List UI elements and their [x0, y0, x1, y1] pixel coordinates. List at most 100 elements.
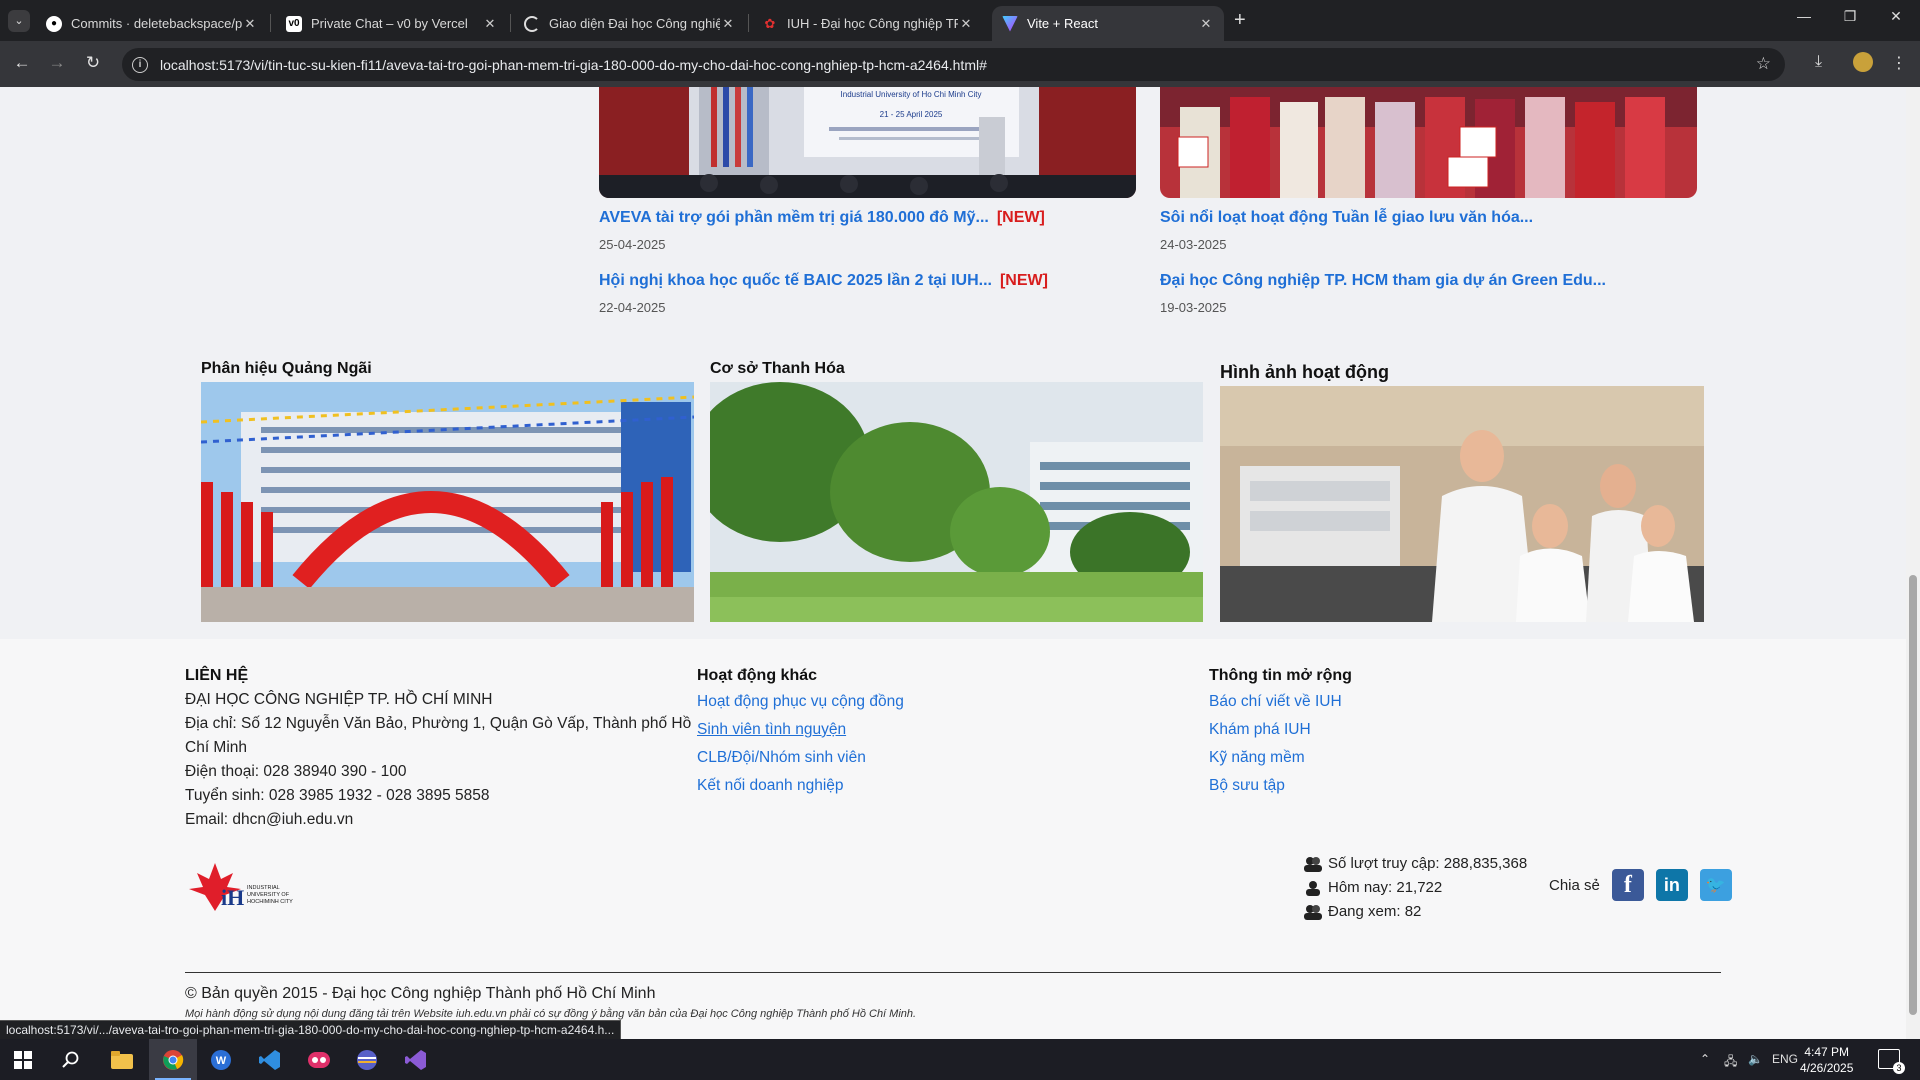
site-info-icon[interactable]: i — [132, 56, 148, 73]
notification-center-icon[interactable]: 3 — [1878, 1049, 1905, 1074]
stat-today: Hôm nay: 21,722 — [1328, 879, 1443, 896]
system-clock[interactable]: 4:47 PM 4/26/2025 — [1800, 1044, 1853, 1076]
browser-tab-bar: ⌄ ● Commits · deletebackspace/ph ✕ v0 Pr… — [0, 0, 1920, 41]
tab-title: Private Chat – v0 by Vercel — [311, 16, 468, 31]
restore-button[interactable]: ❐ — [1830, 8, 1870, 25]
news-image-culture-week[interactable] — [1160, 87, 1697, 198]
tab-title: IUH - Đại học Công nghiệp TP.H — [787, 16, 958, 31]
link-press[interactable]: Báo chí viết về IUH — [1209, 688, 1352, 716]
app-pink-icon[interactable] — [306, 1047, 332, 1073]
menu-icon[interactable]: ⋮ — [1891, 53, 1907, 73]
tab-title: Giao diện Đại học Công nghiệp — [549, 16, 720, 31]
profile-avatar[interactable] — [1853, 52, 1873, 72]
reload-button[interactable]: ↻ — [81, 53, 105, 73]
linkedin-share-icon[interactable]: in — [1655, 869, 1688, 901]
search-icon[interactable] — [58, 1047, 84, 1073]
campus-image-quang-ngai[interactable] — [201, 382, 694, 622]
link-status-bar: localhost:5173/vi/.../aveva-tai-tro-goi-… — [0, 1020, 622, 1040]
close-tab-icon[interactable]: ✕ — [242, 16, 258, 32]
copyright-note: Mọi hành động sử dụng nội dung đăng tải … — [185, 1008, 917, 1020]
link-volunteer-students[interactable]: Sinh viên tình nguyện — [697, 716, 904, 744]
new-tab-button[interactable]: + — [1234, 9, 1246, 32]
windows-taskbar: W ⌃ 🖧 🔈 ENG 4:47 PM 4/26/2025 3 — [0, 1039, 1920, 1080]
share-label: Chia sẻ — [1549, 876, 1600, 894]
news-link[interactable]: AVEVA tài trợ gói phần mềm trị giá 180.0… — [599, 209, 1045, 227]
tab-github[interactable]: ● Commits · deletebackspace/ph ✕ — [36, 6, 268, 41]
link-student-clubs[interactable]: CLB/Đội/Nhóm sinh viên — [697, 744, 904, 772]
news-date: 19-03-2025 — [1160, 300, 1227, 315]
visitor-stats: Số lượt truy cập: 288,835,368 Hôm nay: 2… — [1304, 852, 1527, 924]
app-w-icon[interactable]: W — [208, 1047, 234, 1073]
address-bar[interactable]: i localhost:5173/vi/tin-tuc-su-kien-fi11… — [122, 48, 1785, 81]
new-badge: [NEW] — [996, 209, 1045, 226]
section-title-activities: Hình ảnh hoạt động — [1220, 362, 1389, 382]
users-online-icon — [1304, 905, 1322, 920]
visual-studio-icon[interactable] — [403, 1047, 429, 1073]
svg-text:W: W — [216, 1055, 227, 1067]
news-link[interactable]: Đại học Công nghiệp TP. HCM tham gia dự … — [1160, 272, 1606, 290]
new-badge: [NEW] — [999, 272, 1048, 289]
news-date: 22-04-2025 — [599, 300, 666, 315]
link-collection[interactable]: Bộ sưu tập — [1209, 772, 1352, 800]
campus-image-thanh-hoa[interactable] — [710, 382, 1203, 622]
close-tab-icon[interactable]: ✕ — [720, 16, 736, 32]
close-tab-icon[interactable]: ✕ — [1198, 16, 1214, 32]
back-button[interactable]: ← — [10, 53, 34, 73]
tab-search-button[interactable]: ⌄ — [8, 10, 30, 32]
iuh-logo[interactable]: iH INDUSTRIAL UNIVERSITY OF HOCHIMINH CI… — [185, 861, 305, 913]
stat-online: Đang xem: 82 — [1328, 903, 1422, 920]
close-window-button[interactable]: ✕ — [1876, 8, 1916, 25]
tab-vite-react[interactable]: Vite + React ✕ — [992, 6, 1224, 41]
loading-icon — [524, 15, 540, 32]
activities-heading: Hoạt động khác — [697, 667, 818, 684]
twitter-share-icon[interactable]: 🐦 — [1699, 869, 1732, 901]
svg-text:INDUSTRIAL: INDUSTRIAL — [247, 885, 280, 891]
language-indicator[interactable]: ENG — [1772, 1052, 1798, 1066]
windows-start-icon[interactable] — [10, 1047, 36, 1073]
chrome-icon[interactable] — [160, 1047, 186, 1073]
link-business-connect[interactable]: Kết nối doanh nghiệp — [697, 772, 904, 800]
download-icon[interactable]: ⤓ — [1815, 53, 1822, 71]
contact-heading: LIÊN HỆ — [185, 667, 249, 684]
link-explore-iuh[interactable]: Khám phá IUH — [1209, 716, 1352, 744]
news-link[interactable]: Hội nghị khoa học quốc tế BAIC 2025 lần … — [599, 272, 1048, 290]
banner-text: 21 - 25 April 2025 — [880, 110, 943, 119]
scrollbar-thumb[interactable] — [1909, 575, 1917, 1015]
tab-giao-dien[interactable]: Giao diện Đại học Công nghiệp ✕ — [514, 6, 746, 41]
extended-heading: Thông tin mở rộng — [1209, 667, 1352, 684]
github-icon: ● — [46, 15, 62, 32]
facebook-share-icon[interactable]: f — [1611, 869, 1644, 901]
network-icon[interactable]: 🖧 — [1724, 1052, 1737, 1073]
copyright: © Bản quyền 2015 - Đại học Công nghiệp T… — [185, 985, 656, 1002]
close-tab-icon[interactable]: ✕ — [482, 16, 498, 32]
close-tab-icon[interactable]: ✕ — [958, 16, 974, 32]
tab-iuh[interactable]: ✿ IUH - Đại học Công nghiệp TP.H ✕ — [752, 6, 984, 41]
minimize-button[interactable]: — — [1784, 8, 1824, 24]
news-date: 25-04-2025 — [599, 237, 666, 252]
link-soft-skills[interactable]: Kỹ năng mềm — [1209, 744, 1352, 772]
news-link[interactable]: Sôi nổi loạt hoạt động Tuần lễ giao lưu … — [1160, 209, 1533, 227]
tab-v0[interactable]: v0 Private Chat – v0 by Vercel ✕ — [276, 6, 508, 41]
logo-mark: iH — [221, 885, 244, 910]
tray-overflow-icon[interactable]: ⌃ — [1700, 1052, 1710, 1066]
vscode-icon[interactable] — [257, 1047, 283, 1073]
news-date: 24-03-2025 — [1160, 237, 1227, 252]
contact-address: Địa chỉ: Số 12 Nguyễn Văn Bảo, Phường 1,… — [185, 715, 692, 732]
share-bar: Chia sẻ f in 🐦 — [1549, 869, 1732, 901]
footer-contact: LIÊN HỆ ĐẠI HỌC CÔNG NGHIỆP TP. HỒ CHÍ M… — [185, 664, 691, 832]
activity-image[interactable] — [1220, 386, 1704, 622]
contact-address-cont: Chí Minh — [185, 739, 248, 756]
svg-text:UNIVERSITY OF: UNIVERSITY OF — [247, 892, 290, 898]
app-striped-icon[interactable] — [354, 1047, 380, 1073]
link-community-service[interactable]: Hoạt động phục vụ cộng đồng — [697, 688, 904, 716]
bookmark-star-icon[interactable]: ☆ — [1756, 54, 1771, 74]
footer-activities: Hoạt động khác Hoạt động phục vụ cộng đồ… — [697, 664, 904, 800]
campus-title-quang-ngai: Phân hiệu Quảng Ngãi — [201, 360, 372, 377]
forward-button[interactable]: → — [45, 53, 69, 73]
page-scrollbar[interactable] — [1906, 87, 1920, 1039]
news-image-aveva[interactable]: Industrial University of Ho Chi Minh Cit… — [599, 87, 1136, 198]
volume-icon[interactable]: 🔈 — [1748, 1052, 1763, 1066]
contact-email: Email: dhcn@iuh.edu.vn — [185, 811, 354, 828]
campus-title-thanh-hoa: Cơ sở Thanh Hóa — [710, 360, 845, 377]
file-explorer-icon[interactable] — [109, 1047, 135, 1073]
